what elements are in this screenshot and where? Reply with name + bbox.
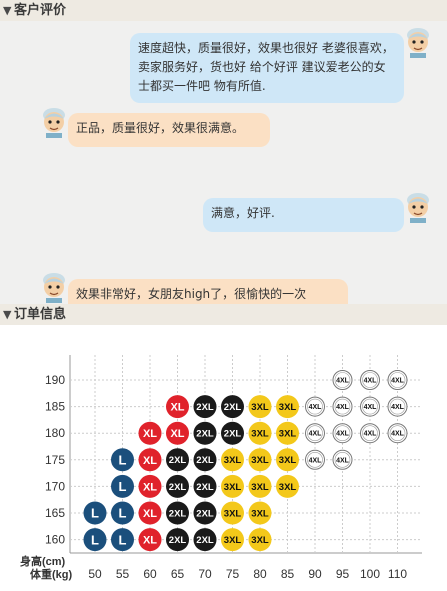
size-marker-label: 3XL [251,508,269,519]
review-text: 效果非常好，女朋友high了，很愉快的一次 [76,287,307,301]
size-marker-label: 2XL [196,402,214,413]
x-tick-label: 75 [226,567,240,581]
review-bubble-2: 正品，质量很好，效果很满意。 [68,113,270,147]
size-marker-label: L [119,452,127,467]
review-text: 满意，好评. [211,206,275,220]
size-marker-label: 2XL [196,508,214,519]
size-marker-label: 4XL [309,457,323,464]
size-marker-label: 3XL [224,455,242,466]
size-marker-label: 3XL [251,535,269,546]
reviews-panel: 速度超快，质量很好，效果也很好 老婆很喜欢，卖家服务好，货也好 给个好评 建议爱… [0,21,447,304]
review-bubble-4: 效果非常好，女朋友high了，很愉快的一次 [68,279,348,304]
size-marker-label: XL [143,508,157,520]
x-axis-label: 体重(kg) [30,567,72,581]
orders-section-title: 订单信息 [14,307,67,322]
y-tick-label: 175 [45,453,65,467]
collapse-triangle-icon[interactable]: ▼ [3,308,11,321]
size-marker-label: L [119,479,127,494]
size-marker-label: 3XL [251,429,269,440]
x-tick-label: 55 [116,567,130,581]
size-marker-label: 4XL [336,457,350,464]
size-marker-label: 3XL [251,455,269,466]
size-marker-label: 4XL [309,431,323,438]
size-marker-label: 4XL [391,378,405,385]
y-tick-label: 185 [45,400,65,414]
size-marker-label: 3XL [279,455,297,466]
size-marker-label: 3XL [279,402,297,413]
size-marker-label: 4XL [391,404,405,411]
y-tick-label: 190 [45,373,65,387]
size-marker-label: 2XL [169,508,187,519]
reviews-section-title: 客户评价 [14,3,67,18]
x-tick-label: 60 [143,567,157,581]
size-marker-label: 3XL [224,535,242,546]
size-marker-label: 3XL [279,429,297,440]
size-marker-label: 3XL [279,482,297,493]
avatar-icon [43,108,65,138]
x-tick-label: 85 [281,567,295,581]
avatar-icon [43,273,65,303]
size-marker-label: XL [143,428,157,440]
size-marker-label: 3XL [251,402,269,413]
size-marker-label: 4XL [364,431,378,438]
size-marker-label: L [91,506,99,521]
size-marker-label: 2XL [196,482,214,493]
size-chart: 190 185 180 175 170 165 160 50 55 60 65 70 75 80 85 90 9… [20,355,422,581]
x-tick-label: 80 [253,567,267,581]
x-tick-label: 65 [171,567,185,581]
y-tick-label: 170 [45,479,65,493]
size-marker-label: XL [170,402,184,414]
orders-section-header: ▼ 订单信息 [0,304,447,325]
size-marker-label: 4XL [364,378,378,385]
avatar-icon [407,28,429,58]
x-tick-label: 100 [360,567,380,581]
y-tick-label: 160 [45,533,65,547]
x-tick-label: 110 [388,567,407,581]
x-tick-label: 90 [308,567,322,581]
review-text: 正品，质量很好，效果很满意。 [76,121,245,135]
review-bubble-1: 速度超快，质量很好，效果也很好 老婆很喜欢，卖家服务好，货也好 给个好评 建议爱… [130,33,404,103]
size-marker-label: 2XL [224,429,242,440]
size-chart-panel: 190 185 180 175 170 165 160 50 55 60 65 70 75 80 85 90 9… [0,325,447,587]
size-marker-label: L [119,506,127,521]
size-marker-label: 2XL [169,535,187,546]
x-tick-label: 95 [336,567,350,581]
size-marker-label: 4XL [336,378,350,385]
size-marker-label: XL [143,481,157,493]
review-text: 速度超快，质量很好，效果也很好 老婆很喜欢，卖家服务好，货也好 给个好评 建议爱… [138,41,394,93]
y-axis-label: 身高(cm) [20,554,66,568]
size-marker-label: XL [143,535,157,547]
review-bubble-3: 满意，好评. [203,198,404,232]
size-marker-label: 2XL [224,402,242,413]
size-marker-label: 3XL [251,482,269,493]
size-marker-label: 3XL [224,482,242,493]
size-marker-label: 2XL [196,429,214,440]
size-marker-label: 4XL [336,404,350,411]
y-tick-label: 180 [45,426,65,440]
size-marker-label: XL [170,428,184,440]
size-marker-label: XL [143,455,157,467]
size-marker-label: 4XL [309,404,323,411]
avatar-icon [407,193,429,223]
size-marker-label: 4XL [364,404,378,411]
reviews-section-header: ▼ 客户评价 [0,0,447,21]
size-marker-label: 2XL [196,535,214,546]
size-marker-label: L [91,532,99,547]
x-tick-label: 50 [88,567,102,581]
size-marker-label: 2XL [196,455,214,466]
x-tick-label: 70 [198,567,212,581]
size-marker-label: 2XL [169,455,187,466]
collapse-triangle-icon[interactable]: ▼ [3,4,11,17]
size-marker-label: 2XL [169,482,187,493]
y-tick-label: 165 [45,506,65,520]
size-marker-label: 4XL [336,431,350,438]
size-marker-label: 3XL [224,508,242,519]
size-marker-label: L [119,532,127,547]
size-marker-label: 4XL [391,431,405,438]
